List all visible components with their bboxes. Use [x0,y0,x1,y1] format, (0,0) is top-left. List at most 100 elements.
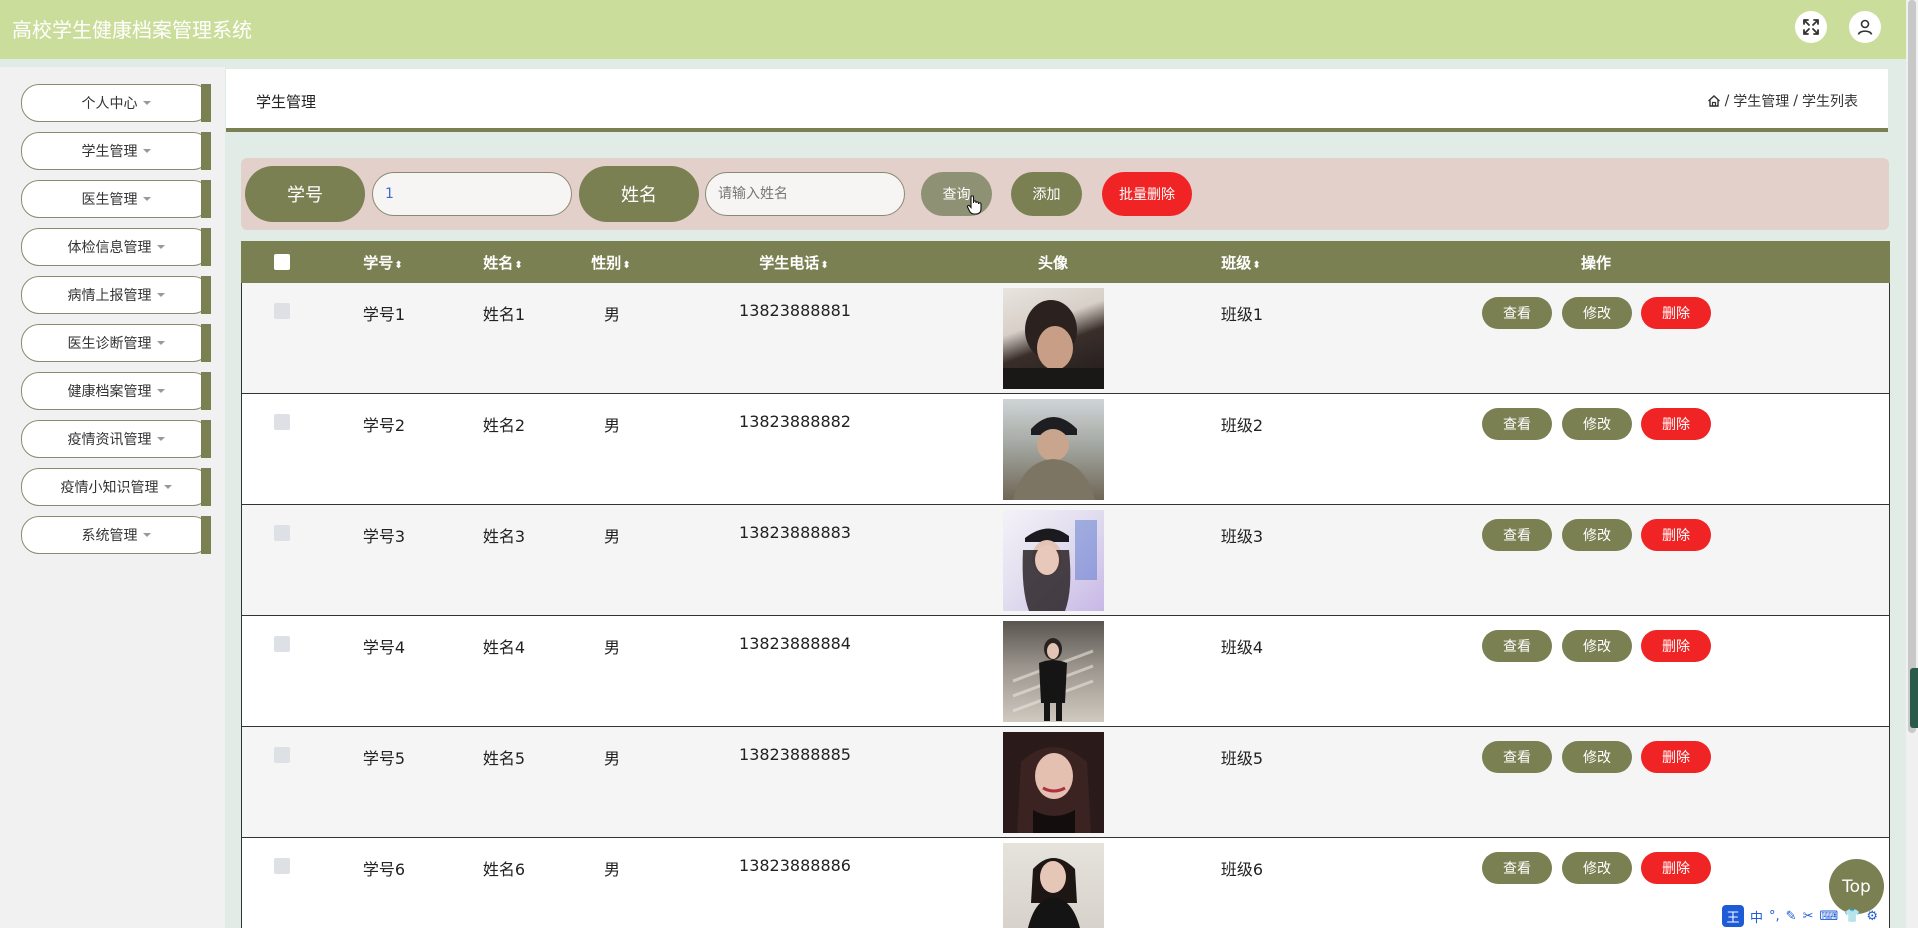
view-button[interactable]: 查看 [1482,630,1552,662]
sidebar-item-personal-center[interactable]: 个人中心 [21,84,211,122]
column-class[interactable]: 班级⬍ [1221,252,1260,273]
delete-button[interactable]: 删除 [1641,408,1711,440]
column-student-id[interactable]: 学号⬍ [363,252,402,273]
breadcrumb-student-list: 学生列表 [1802,94,1858,110]
delete-button[interactable]: 删除 [1641,297,1711,329]
cell-gender: 男 [603,416,621,435]
caret-down-icon [142,197,151,201]
caret-down-icon [156,341,165,345]
cell-class: 班级5 [1220,749,1264,768]
edit-button[interactable]: 修改 [1562,519,1632,551]
view-button[interactable]: 查看 [1482,852,1552,884]
cell-gender: 男 [603,638,621,657]
view-button[interactable]: 查看 [1482,741,1552,773]
side-widget-tab[interactable] [1910,668,1918,728]
caret-down-icon [163,485,172,489]
delete-button[interactable]: 删除 [1641,741,1711,773]
edit-button[interactable]: 修改 [1562,408,1632,440]
cell-phone: 13823888884 [739,634,851,653]
punctuation-icon[interactable]: °, [1769,909,1780,924]
cell-student-id: 学号6 [362,860,406,879]
edit-button[interactable]: 修改 [1562,297,1632,329]
student-id-label: 学号 [245,166,365,222]
pen-icon[interactable]: ✎ [1786,909,1797,924]
caret-down-icon [156,389,165,393]
sidebar-item-epidemic-tips[interactable]: 疫情小知识管理 [21,468,211,506]
cell-student-id: 学号4 [362,638,406,657]
batch-delete-button[interactable]: 批量删除 [1102,172,1192,216]
student-id-input[interactable] [372,172,572,216]
cell-phone: 13823888885 [739,745,851,764]
cell-student-id: 学号5 [362,749,406,768]
caret-down-icon [156,245,165,249]
hand-cursor-icon [966,195,982,215]
row-checkbox[interactable] [274,636,290,652]
sidebar-item-illness-report[interactable]: 病情上报管理 [21,276,211,314]
fullscreen-button[interactable] [1795,11,1827,43]
menu-marker [201,372,211,410]
sort-icon: ⬍ [1252,260,1261,271]
column-gender[interactable]: 性别⬍ [591,252,630,273]
edit-button[interactable]: 修改 [1562,852,1632,884]
menu-marker [201,468,211,506]
delete-button[interactable]: 删除 [1641,852,1711,884]
cell-class: 班级3 [1220,527,1264,546]
avatar-image [1003,288,1104,389]
app-title: 高校学生健康档案管理系统 [12,18,252,42]
sidebar-item-system-management[interactable]: 系统管理 [21,516,211,554]
name-input[interactable] [705,172,905,216]
menu-marker [201,420,211,458]
user-button[interactable] [1849,11,1881,43]
settings-icon[interactable]: ⚙ [1866,909,1878,924]
row-checkbox[interactable] [274,525,290,541]
row-checkbox[interactable] [274,414,290,430]
home-icon[interactable] [1707,94,1721,108]
cell-name: 姓名4 [482,638,526,657]
ime-toolbar: 王 中 °, ✎ ✂ ⌨ 👕 ⚙ [1722,904,1918,928]
page-header: 学生管理 / 学生管理 / 学生列表 [226,69,1888,132]
menu-marker [201,276,211,314]
column-phone[interactable]: 学生电话⬍ [759,252,828,273]
avatar-image [1003,621,1104,722]
cell-name: 姓名1 [482,305,526,324]
sidebar-item-doctor-management[interactable]: 医生管理 [21,180,211,218]
student-table: 学号⬍ 姓名⬍ 性别⬍ 学生电话⬍ 头像 班级⬍ 操作 学号1 姓名1 男 13… [241,241,1890,928]
scrollbar-thumb[interactable] [1908,0,1916,733]
ime-logo[interactable]: 王 [1722,905,1744,927]
menu-marker [201,132,211,170]
table-row: 学号2 姓名2 男 13823888882 班级2 查看 修改 删除 [241,394,1890,505]
row-checkbox[interactable] [274,858,290,874]
cell-class: 班级4 [1220,638,1264,657]
keyboard-icon[interactable]: ⌨ [1819,909,1838,924]
menu-marker [201,516,211,554]
name-label: 姓名 [579,166,699,222]
add-button[interactable]: 添加 [1011,172,1082,216]
breadcrumb-student-management[interactable]: 学生管理 [1733,91,1789,111]
search-bar: 学号 姓名 查询 添加 批量删除 [241,158,1889,230]
sort-icon: ⬍ [622,260,631,271]
delete-button[interactable]: 删除 [1641,519,1711,551]
sidebar-item-epidemic-news[interactable]: 疫情资讯管理 [21,420,211,458]
sidebar-item-health-records[interactable]: 健康档案管理 [21,372,211,410]
select-all-checkbox[interactable] [274,254,290,270]
avatar-image [1003,732,1104,833]
sidebar-item-diagnosis-management[interactable]: 医生诊断管理 [21,324,211,362]
view-button[interactable]: 查看 [1482,408,1552,440]
scissors-icon[interactable]: ✂ [1803,909,1814,924]
row-checkbox[interactable] [274,747,290,763]
row-checkbox[interactable] [274,303,290,319]
view-button[interactable]: 查看 [1482,519,1552,551]
view-button[interactable]: 查看 [1482,297,1552,329]
delete-button[interactable]: 删除 [1641,630,1711,662]
edit-button[interactable]: 修改 [1562,630,1632,662]
cell-gender: 男 [603,527,621,546]
user-icon [1857,19,1873,35]
cell-gender: 男 [603,749,621,768]
sidebar-item-checkup-management[interactable]: 体检信息管理 [21,228,211,266]
caret-down-icon [142,533,151,537]
column-name[interactable]: 姓名⬍ [483,252,522,273]
edit-button[interactable]: 修改 [1562,741,1632,773]
ime-mode-toggle[interactable]: 中 [1750,907,1763,926]
sidebar-item-student-management[interactable]: 学生管理 [21,132,211,170]
skin-icon[interactable]: 👕 [1844,909,1860,924]
